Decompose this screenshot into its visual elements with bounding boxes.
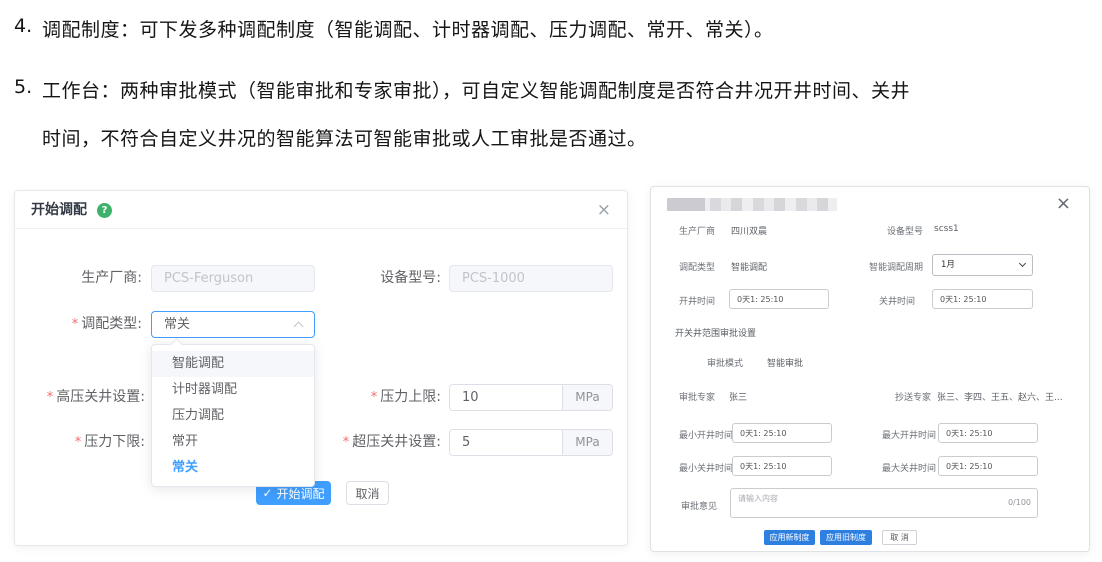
close-time-input[interactable] [932, 289, 1033, 309]
smart-cycle-label: 智能调配周期 [831, 260, 923, 273]
approval-mode-label: 审批模式 [707, 356, 743, 369]
dialog-header: 开始调配 ? × [15, 191, 627, 229]
dropdown-option-always-closed[interactable]: 常关 [152, 455, 314, 481]
manufacturer-label: 生产厂商: [15, 265, 142, 292]
cancel-button[interactable]: 取消 [346, 481, 389, 505]
help-icon[interactable]: ? [97, 203, 112, 218]
required-mark: * [371, 390, 378, 405]
doc-item4-text: 调配制度：可下发多种调配制度（智能调配、计时器调配、压力调配、常开、常关）。 [42, 15, 774, 42]
dropdown-arrow [170, 338, 183, 351]
max-close-time-input[interactable] [938, 456, 1038, 476]
cancel-button[interactable]: 取 消 [882, 530, 917, 545]
high-pressure-close-label-text: 高压关井设置: [56, 389, 145, 405]
open-time-input[interactable] [729, 289, 829, 309]
start-dispatch-dialog: 开始调配 ? × 生产厂商: 设备型号: *调配类型: 常关 *高压关井设置: … [14, 190, 628, 546]
pressure-upper-group: MPa [449, 384, 613, 411]
high-pressure-close-label: *高压关井设置: [15, 384, 145, 411]
doc-item5-line1: 工作台：两种审批模式（智能审批和专家审批），可自定义智能调配制度是否符合井况开井… [42, 76, 910, 103]
required-mark: * [72, 317, 79, 332]
apply-old-policy-button[interactable]: 应用旧制度 [820, 530, 872, 545]
manufacturer-label: 生产厂商 [679, 224, 715, 237]
device-model-label: 设备型号: [311, 265, 441, 292]
approval-expert-value: 张三 [729, 390, 747, 403]
manufacturer-value: 四川双晨 [731, 224, 767, 237]
required-mark: * [343, 435, 350, 450]
cc-expert-label: 抄送专家 [851, 390, 931, 403]
dropdown-option-timer[interactable]: 计时器调配 [152, 377, 314, 403]
max-open-time-label: 最大开井时间 [851, 428, 936, 441]
overpressure-close-label: *超压关井设置: [311, 429, 441, 456]
overpressure-close-input[interactable] [450, 430, 562, 455]
max-close-time-label: 最大关井时间 [851, 461, 936, 474]
close-time-label: 关井时间 [831, 294, 915, 307]
dispatch-type-label: *调配类型: [15, 311, 142, 338]
dispatch-type-value: 常关 [164, 312, 190, 337]
dispatch-type-dropdown: 智能调配 计时器调配 压力调配 常开 常关 [151, 344, 315, 487]
min-open-time-input[interactable] [732, 423, 832, 443]
min-open-time-label: 最小开井时间 [679, 428, 733, 441]
device-model-label: 设备型号 [831, 224, 923, 237]
doc-item5-number: 5. [14, 76, 32, 98]
apply-new-policy-button[interactable]: 应用新制度 [764, 530, 815, 545]
approval-expert-label: 审批专家 [679, 390, 715, 403]
redacted-title-mosaic [667, 198, 837, 211]
pressure-upper-label: *压力上限: [311, 384, 441, 411]
dialog-title: 开始调配 [31, 191, 87, 229]
section-title: 开关井范围审批设置 [675, 326, 756, 339]
open-time-label: 开井时间 [679, 294, 715, 307]
required-mark: * [75, 435, 82, 450]
start-dispatch-button-label: 开始调配 [277, 485, 325, 502]
pressure-upper-input[interactable] [450, 385, 562, 410]
check-icon: ✓ [262, 486, 272, 500]
close-icon[interactable]: × [1056, 195, 1071, 213]
pressure-lower-label-text: 压力下限: [84, 434, 145, 450]
required-mark: * [47, 390, 54, 405]
mpa-unit-label: MPa [562, 385, 612, 410]
approval-comment-input[interactable] [731, 489, 1037, 517]
min-close-time-label: 最小关井时间 [679, 461, 733, 474]
dropdown-option-always-open[interactable]: 常开 [152, 429, 314, 455]
smart-cycle-select[interactable]: 1月 [932, 254, 1033, 276]
cc-expert-value: 张三、李四、王五、赵六、王... [937, 390, 1063, 403]
dropdown-option-smart[interactable]: 智能调配 [152, 351, 314, 377]
doc-item5-line2: 时间，不符合自定义井况的智能算法可智能审批或人工审批是否通过。 [42, 124, 647, 151]
overpressure-close-group: MPa [449, 429, 613, 456]
mpa-unit-label: MPa [562, 430, 612, 455]
min-close-time-input[interactable] [732, 456, 832, 476]
chevron-down-icon [1019, 260, 1026, 267]
dispatch-type-label-text: 调配类型: [81, 316, 142, 332]
close-icon[interactable]: × [597, 202, 611, 219]
pressure-lower-label: *压力下限: [15, 429, 145, 456]
dispatch-type-select[interactable]: 常关 [151, 311, 315, 338]
device-model-value: scss1 [934, 224, 959, 234]
dropdown-option-pressure[interactable]: 压力调配 [152, 403, 314, 429]
pressure-upper-label-text: 压力上限: [380, 389, 441, 405]
approval-comment-box: 0/100 [730, 488, 1038, 518]
char-counter: 0/100 [1008, 498, 1031, 507]
dispatch-type-value: 智能调配 [731, 260, 767, 273]
dispatch-type-label: 调配类型 [679, 260, 715, 273]
manufacturer-input [151, 265, 315, 292]
doc-item4-number: 4. [14, 15, 32, 37]
approval-comment-label: 审批意见 [681, 499, 717, 512]
device-model-input [449, 265, 613, 292]
approval-mode-value: 智能审批 [767, 356, 803, 369]
approval-dialog: × 生产厂商 四川双晨 设备型号 scss1 调配类型 智能调配 智能调配周期 … [650, 186, 1090, 552]
smart-cycle-value: 1月 [941, 255, 955, 275]
max-open-time-input[interactable] [938, 423, 1038, 443]
chevron-up-icon [294, 322, 304, 332]
overpressure-close-label-text: 超压关井设置: [352, 434, 441, 450]
